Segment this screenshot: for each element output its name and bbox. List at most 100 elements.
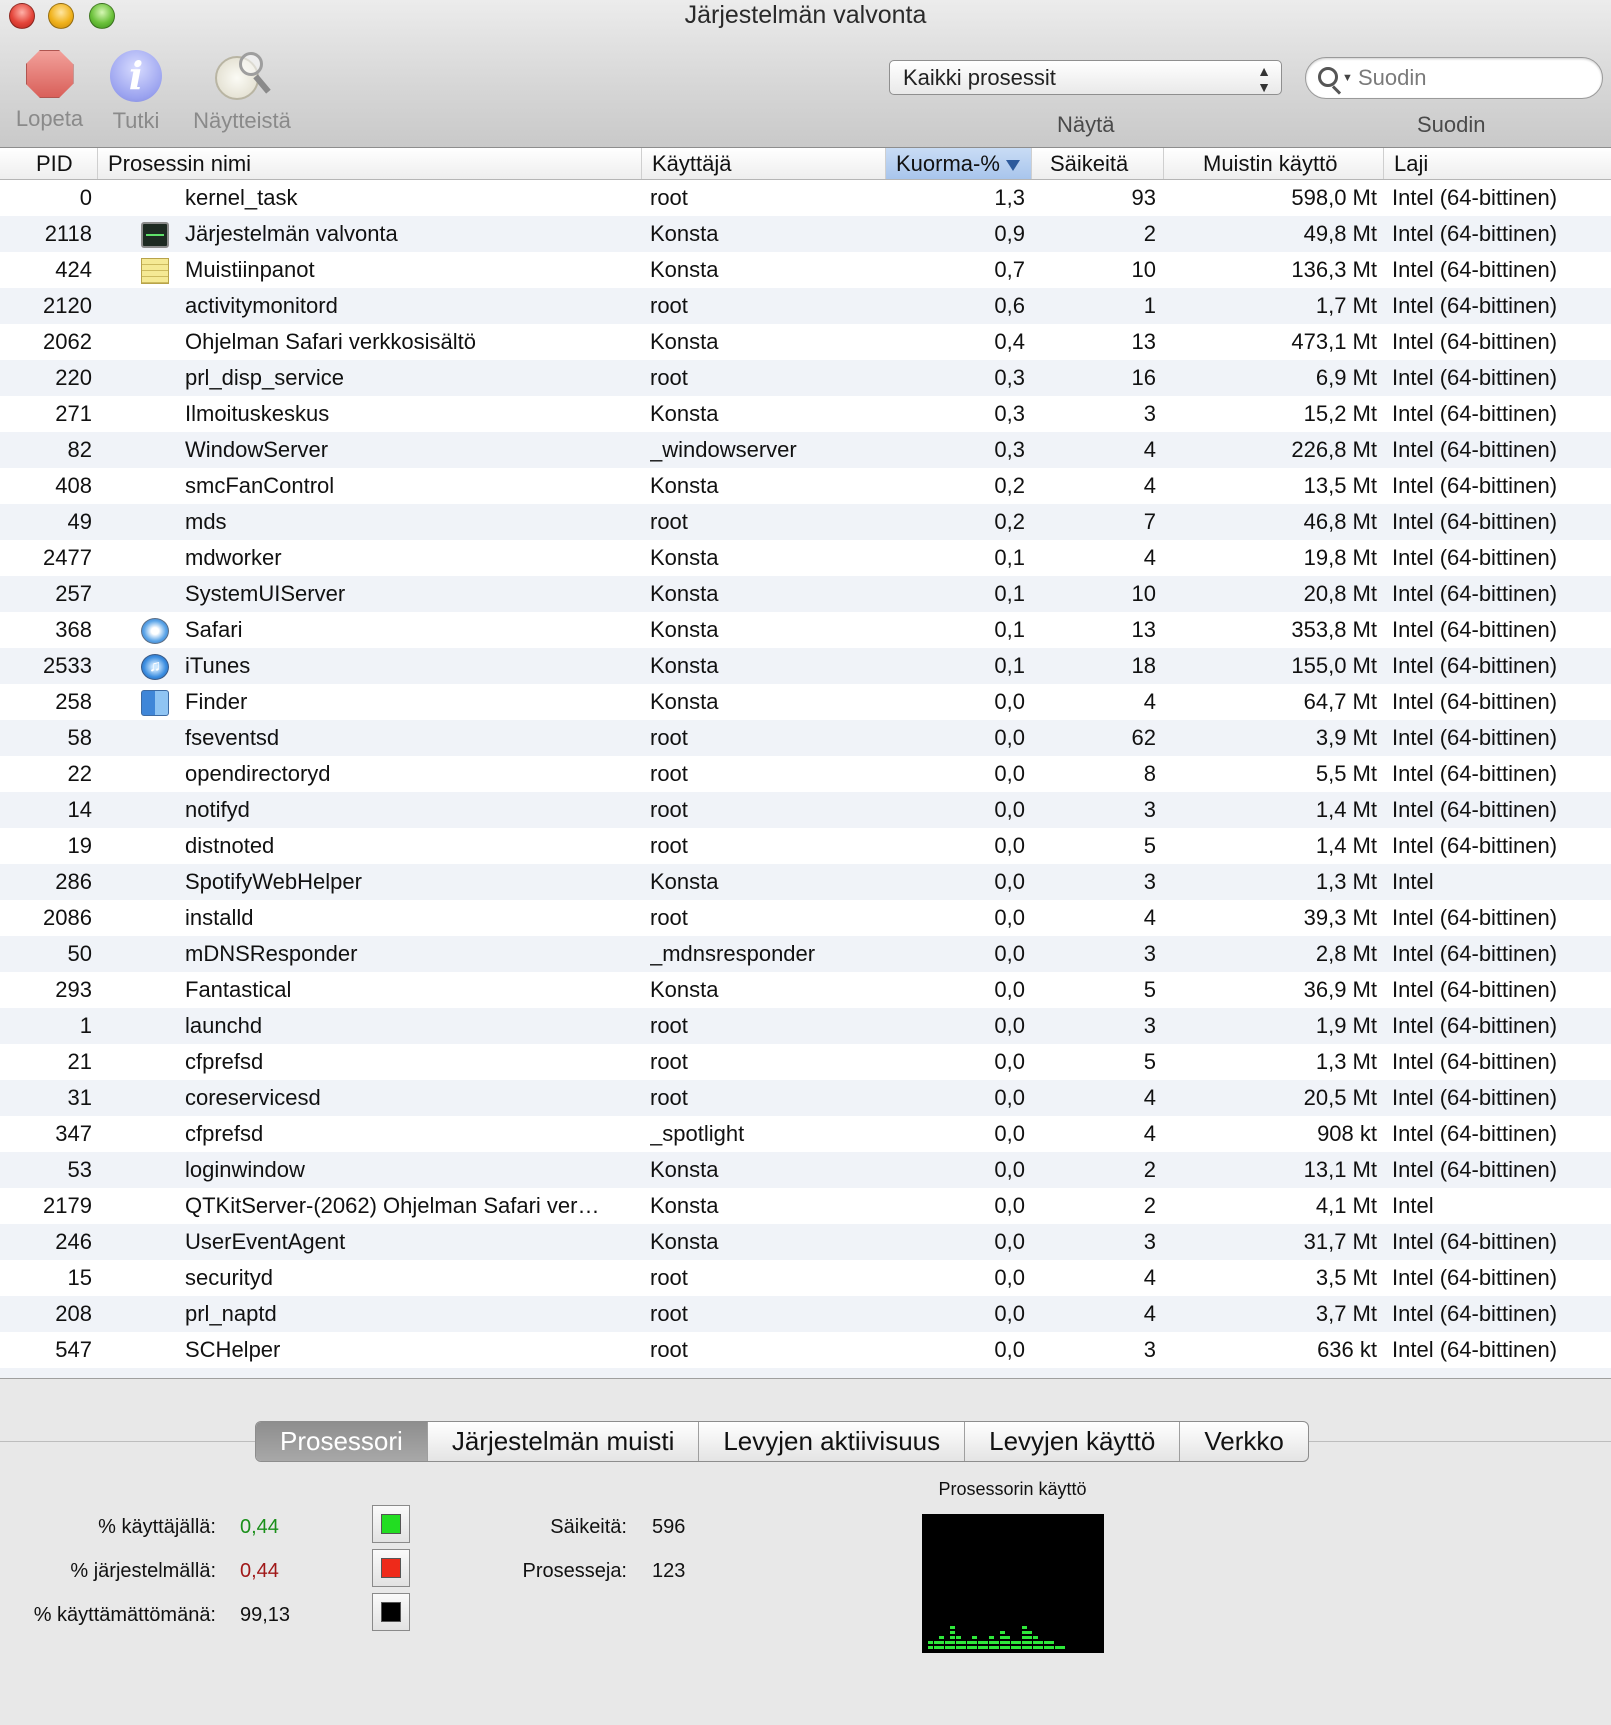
table-row[interactable]: 21 cfprefsd root 0,0 5 1,3 Mt Intel (64-bittin…	[0, 1044, 1611, 1080]
cpu-cell: 0,1	[994, 617, 1025, 642]
memory-cell: 3,7 Mt	[1315, 1301, 1377, 1326]
cpu-history-bar	[1060, 1644, 1065, 1649]
cpu-history-bar	[1010, 1639, 1016, 1649]
table-row[interactable]: 19 distnoted root 0,0 5 1,4 Mt Intel (64-bitti…	[0, 828, 1611, 864]
cpu-cell: 0,0	[994, 833, 1025, 858]
pid-cell: 21	[67, 1049, 92, 1074]
table-row[interactable]: 2086 installd root 0,0 4 39,3 Mt Intel (64-bit…	[0, 900, 1611, 936]
user-cell: Konsta	[650, 581, 719, 606]
tab-2[interactable]: Levyjen aktiivisuus	[699, 1422, 966, 1461]
kind-cell: Intel (64-bittinen)	[1392, 725, 1558, 750]
threads-cell: 5	[1143, 1049, 1156, 1074]
column-header-memory[interactable]: Muistin käyttö	[1164, 148, 1384, 179]
processes-total-value: 123	[652, 1560, 686, 1582]
process-name-cell: prl_disp_service	[185, 365, 344, 390]
quit-process-button[interactable]: Lopeta	[12, 50, 87, 132]
toolbar: Järjestelmän valvonta Lopeta i Tutki Näy…	[0, 0, 1611, 148]
process-name-cell: WindowServer	[185, 437, 329, 462]
show-processes-popup[interactable]: Kaikki prosessit ▲ ▼	[889, 60, 1282, 95]
table-row[interactable]: 271 Ilmoituskeskus Konsta 0,3 3 15,2 Mt Intel …	[0, 396, 1611, 432]
user-cell: root	[650, 1265, 688, 1290]
table-row[interactable]: 0 kernel_task root 1,3 93 598,0 Mt Intel (64-b…	[0, 180, 1611, 216]
table-row[interactable]: 2118 Järjestelmän valvonta Konsta 0,9 2 49,8 …	[0, 216, 1611, 252]
column-header-cpu[interactable]: Kuorma-%	[886, 148, 1032, 179]
kind-cell: Intel (64-bittinen)	[1392, 653, 1558, 678]
tab-1[interactable]: Järjestelmän muisti	[428, 1422, 700, 1461]
table-row[interactable]: 258 Finder Konsta 0,0 4 64,7 Mt Intel (64-bitt…	[0, 684, 1611, 720]
system-color-well[interactable]	[372, 1549, 410, 1587]
kind-cell: Intel (64-bittinen)	[1392, 257, 1558, 282]
table-row[interactable]: 82 WindowServer _windowserver 0,3 4 226,8 Mt I…	[0, 432, 1611, 468]
cpu-history-bar	[972, 1634, 977, 1649]
user-cell: Konsta	[650, 257, 719, 282]
table-row[interactable]: 246 UserEventAgent Konsta 0,0 3 31,7 Mt Intel …	[0, 1224, 1611, 1260]
process-table[interactable]: 0 kernel_task root 1,3 93 598,0 Mt Intel (64-b…	[0, 180, 1611, 1379]
cpu-history-bar	[977, 1639, 983, 1649]
table-row[interactable]: 2477 mdworker Konsta 0,1 4 19,8 Mt Intel (64-b…	[0, 540, 1611, 576]
cpu-history-bar	[988, 1634, 994, 1649]
table-row[interactable]: 257 SystemUIServer Konsta 0,1 10 20,8 Mt Intel…	[0, 576, 1611, 612]
table-row[interactable]: 424 Muistiinpanot Konsta 0,7 10 136,3 Mt Intel…	[0, 252, 1611, 288]
inspect-button[interactable]: i Tutki	[104, 50, 168, 134]
column-header-kind[interactable]: Laji	[1384, 148, 1611, 179]
table-row[interactable]: 15 securityd root 0,0 4 3,5 Mt Intel (64-bitti…	[0, 1260, 1611, 1296]
user-cell: root	[650, 293, 688, 318]
table-row[interactable]: 2062 Ohjelman Safari verkkosisältö Konsta 0…	[0, 324, 1611, 360]
pid-cell: 293	[55, 977, 92, 1002]
pid-cell: 220	[55, 365, 92, 390]
threads-cell: 4	[1143, 437, 1156, 462]
idle-color-well[interactable]	[372, 1593, 410, 1631]
pid-cell: 53	[67, 1157, 92, 1182]
column-header-name[interactable]: Prosessin nimi	[98, 148, 642, 179]
cpu-history-bar	[939, 1634, 944, 1649]
filter-search-field[interactable]: ▼	[1305, 57, 1603, 99]
table-row[interactable]: 22 opendirectoryd root 0,0 8 5,5 Mt Intel (64-…	[0, 756, 1611, 792]
memory-cell: 136,3 Mt	[1291, 257, 1377, 282]
pid-cell: 58	[67, 725, 92, 750]
memory-cell: 636 kt	[1317, 1337, 1377, 1362]
table-row[interactable]: 31 coreservicesd root 0,0 4 20,5 Mt Intel (64-…	[0, 1080, 1611, 1116]
tab-3[interactable]: Levyjen käyttö	[965, 1422, 1181, 1461]
process-name-cell: Ohjelman Safari verkkosisältö	[185, 329, 477, 354]
table-row[interactable]: 14 notifyd root 0,0 3 1,4 Mt Intel (64-bittine…	[0, 792, 1611, 828]
table-row[interactable]: 347 cfprefsd _spotlight 0,0 4 908 kt Intel (64…	[0, 1116, 1611, 1152]
table-row[interactable]: 293 Fantastical Konsta 0,0 5 36,9 Mt Intel (64…	[0, 972, 1611, 1008]
table-row[interactable]: 220 prl_disp_service root 0,3 16 6,9 Mt Intel …	[0, 360, 1611, 396]
filter-input[interactable]	[1358, 65, 1578, 91]
table-row[interactable]: 2120 activitymonitord root 0,6 1 1,7 Mt Intel …	[0, 288, 1611, 324]
table-row[interactable]: 286 SpotifyWebHelper Konsta 0,0 3 1,3 Mt Intel	[0, 864, 1611, 900]
cpu-cell: 0,0	[994, 1085, 1025, 1110]
memory-cell: 908 kt	[1317, 1121, 1377, 1146]
pid-cell: 271	[55, 401, 92, 426]
cpu-history-bar	[933, 1639, 939, 1649]
cpu-history-bar	[950, 1624, 955, 1649]
memory-cell: 1,7 Mt	[1315, 293, 1377, 318]
table-row[interactable]: 2533 iTunes Konsta 0,1 18 155,0 Mt Intel (64-b…	[0, 648, 1611, 684]
tab-4[interactable]: Verkko	[1180, 1422, 1308, 1461]
table-row[interactable]: 1 launchd root 0,0 3 1,9 Mt Intel (64-bittinen…	[0, 1008, 1611, 1044]
table-row[interactable]: 58 fseventsd root 0,0 62 3,9 Mt Intel (64-bitt…	[0, 720, 1611, 756]
table-row[interactable]: 2179 QTKitServer-(2062) Ohjelman Safari v…	[0, 1188, 1611, 1224]
user-color-well[interactable]	[372, 1505, 410, 1543]
table-row[interactable]: 368 Safari Konsta 0,1 13 353,8 Mt Intel (64-bi…	[0, 612, 1611, 648]
table-row[interactable]: 547 SCHelper root 0,0 3 636 kt Intel (64-bitti…	[0, 1332, 1611, 1368]
table-row-partial[interactable]	[0, 1368, 1611, 1378]
idle-color-swatch	[381, 1602, 401, 1622]
process-name-cell: mdworker	[185, 545, 282, 570]
table-row[interactable]: 53 loginwindow Konsta 0,0 2 13,1 Mt Intel (64-…	[0, 1152, 1611, 1188]
process-name-cell: kernel_task	[185, 185, 298, 210]
column-header-pid[interactable]: PID	[0, 148, 98, 179]
threads-cell: 4	[1143, 473, 1156, 498]
table-row[interactable]: 49 mds root 0,2 7 46,8 Mt Intel (64-bittinen)	[0, 504, 1611, 540]
column-header-threads[interactable]: Säikeitä	[1032, 148, 1164, 179]
sample-process-button[interactable]: Näytteistä	[186, 50, 298, 134]
user-cell: Konsta	[650, 221, 719, 246]
pid-cell: 2179	[43, 1193, 92, 1218]
cpu-cell: 0,0	[994, 1121, 1025, 1146]
table-row[interactable]: 408 smcFanControl Konsta 0,2 4 13,5 Mt Intel (…	[0, 468, 1611, 504]
cpu-cell: 0,3	[994, 365, 1025, 390]
tab-0[interactable]: Prosessori	[256, 1422, 428, 1461]
column-header-user[interactable]: Käyttäjä	[642, 148, 886, 179]
table-row[interactable]: 50 mDNSResponder _mdnsresponder 0,0 3 2,8 Mt I…	[0, 936, 1611, 972]
table-row[interactable]: 208 prl_naptd root 0,0 4 3,7 Mt Intel (64-bitt…	[0, 1296, 1611, 1332]
